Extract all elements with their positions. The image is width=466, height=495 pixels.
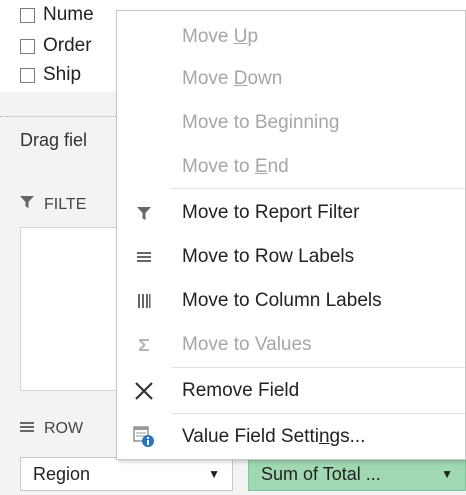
row-field-region[interactable]: Region ▼ bbox=[20, 457, 233, 491]
field-label: Order bbox=[43, 35, 92, 56]
menu-item-value-field-settings[interactable]: Value Field Settings... bbox=[117, 415, 465, 459]
drag-fields-label: Drag fiel bbox=[20, 130, 88, 150]
menu-item-label: Move Up bbox=[182, 26, 259, 47]
menu-item-label: Move to Report Filter bbox=[182, 202, 360, 223]
menu-item-label: Move Down bbox=[182, 68, 283, 89]
field-item-ship[interactable]: Ship bbox=[20, 64, 81, 86]
filter-icon bbox=[20, 195, 36, 214]
rows-title: ROW bbox=[44, 420, 84, 437]
checkbox[interactable] bbox=[20, 67, 35, 83]
menu-item-move-to-beginning[interactable]: Move to Beginning bbox=[117, 101, 465, 145]
menu-item-move-to-report-filter[interactable]: Move to Report Filter bbox=[117, 191, 465, 235]
menu-separator bbox=[172, 188, 465, 189]
checkbox[interactable] bbox=[20, 38, 35, 54]
sigma-icon bbox=[131, 332, 157, 358]
field-settings-icon bbox=[131, 424, 157, 450]
row-labels-icon bbox=[131, 244, 157, 270]
value-field-label: Sum of Total ... bbox=[261, 463, 381, 484]
menu-item-label: Move to Beginning bbox=[182, 112, 340, 133]
rows-icon bbox=[20, 420, 36, 438]
menu-item-move-to-row-labels[interactable]: Move to Row Labels bbox=[117, 235, 465, 279]
remove-x-icon bbox=[131, 378, 157, 404]
menu-item-move-to-values[interactable]: Move to Values bbox=[117, 323, 465, 367]
field-context-menu: Move Up Move Down Move to Beginning Move… bbox=[116, 10, 466, 460]
menu-item-move-down[interactable]: Move Down bbox=[117, 57, 465, 101]
filters-area-title: FILTE bbox=[20, 195, 86, 214]
column-labels-icon bbox=[131, 288, 157, 314]
menu-item-label: Remove Field bbox=[182, 380, 300, 401]
menu-item-move-to-end[interactable]: Move to End bbox=[117, 145, 465, 189]
filters-title: FILTE bbox=[44, 195, 87, 213]
rows-area-title: ROW bbox=[20, 420, 83, 438]
menu-separator bbox=[172, 413, 465, 414]
field-label: Nume bbox=[43, 4, 94, 25]
menu-item-label: Move to Values bbox=[182, 334, 312, 355]
menu-item-label: Move to Column Labels bbox=[182, 290, 382, 311]
menu-item-label: Move to End bbox=[182, 156, 289, 177]
menu-item-move-to-column-labels[interactable]: Move to Column Labels bbox=[117, 279, 465, 323]
dropdown-arrow-icon[interactable]: ▼ bbox=[208, 467, 220, 481]
menu-item-remove-field[interactable]: Remove Field bbox=[117, 369, 465, 413]
menu-separator bbox=[172, 367, 465, 368]
field-item-order[interactable]: Order bbox=[20, 33, 92, 59]
menu-item-label: Move to Row Labels bbox=[182, 246, 355, 267]
menu-item-move-up[interactable]: Move Up bbox=[117, 15, 465, 59]
menu-item-label: Value Field Settings... bbox=[182, 426, 366, 447]
dropdown-arrow-icon[interactable]: ▼ bbox=[441, 467, 453, 481]
field-item-nume[interactable]: Nume bbox=[20, 2, 94, 28]
value-field-sum-of-total[interactable]: Sum of Total ... ▼ bbox=[248, 457, 466, 491]
filter-icon bbox=[131, 200, 157, 226]
checkbox[interactable] bbox=[20, 7, 35, 23]
row-field-label: Region bbox=[33, 463, 91, 484]
field-label: Ship bbox=[43, 64, 82, 85]
